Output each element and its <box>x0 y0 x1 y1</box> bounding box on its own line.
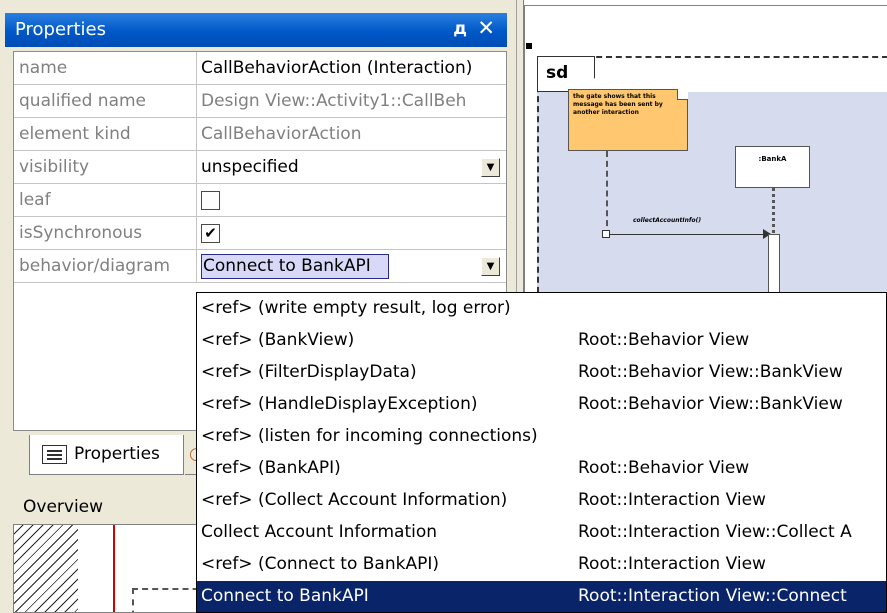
properties-title-bar[interactable]: Properties д ✕ <box>5 13 507 47</box>
lifeline-label: :BankA <box>758 155 787 163</box>
dropdown-option[interactable]: <ref> (listen for incoming connections) <box>197 421 886 453</box>
dropdown-option[interactable]: Collect Account Information Root::Intera… <box>197 517 886 549</box>
option-label: <ref> (write empty result, log error) <box>201 298 511 318</box>
selection-handle[interactable] <box>526 43 532 49</box>
property-key: name <box>14 52 197 85</box>
panel-title: Properties <box>15 19 106 40</box>
properties-list-icon <box>42 445 67 464</box>
overview-hatch <box>14 525 78 612</box>
activation-bar[interactable] <box>768 234 780 299</box>
option-path: Root::Behavior View::BankView <box>578 362 843 382</box>
close-icon[interactable]: ✕ <box>477 16 495 40</box>
option-path: Root::Interaction View <box>578 554 766 574</box>
property-row-qualified-name[interactable]: qualified name Design View::Activity1::C… <box>14 85 506 118</box>
behavior-diagram-select[interactable]: Connect to BankAPI ▼ <box>198 250 506 283</box>
property-value[interactable]: CallBehaviorAction (Interaction) <box>198 52 506 85</box>
dropdown-option[interactable]: <ref> (BankView) Root::Behavior View <box>197 325 886 357</box>
option-path: Root::Behavior View <box>578 330 750 350</box>
leaf-checkbox[interactable] <box>201 191 220 210</box>
behavior-diagram-value[interactable]: Connect to BankAPI <box>201 254 389 279</box>
property-row-element-kind[interactable]: element kind CallBehaviorAction <box>14 118 506 151</box>
option-label: <ref> (listen for incoming connections) <box>201 426 538 446</box>
dropdown-option-selected[interactable]: Connect to BankAPI Root::Interaction Vie… <box>197 581 886 612</box>
message-label: collectAccountInfo() <box>633 217 702 224</box>
dropdown-option[interactable]: <ref> (HandleDisplayException) Root::Beh… <box>197 389 886 421</box>
lifeline-head[interactable]: :BankA <box>735 146 810 188</box>
dropdown-option[interactable]: <ref> (write empty result, log error) <box>197 293 886 325</box>
property-row-leaf[interactable]: leaf <box>14 184 506 217</box>
property-key: isSynchronous <box>14 217 197 250</box>
tab-properties-label: Properties <box>74 444 160 464</box>
dropdown-option[interactable]: <ref> (Connect to BankAPI) Root::Interac… <box>197 549 886 581</box>
option-path: Root::Behavior View <box>578 458 750 478</box>
option-path: Root::Interaction View <box>578 490 766 510</box>
gate-lifeline <box>606 151 608 236</box>
option-label: <ref> (BankAPI) <box>201 458 341 478</box>
dropdown-arrow-icon[interactable]: ▼ <box>481 257 500 276</box>
visibility-select[interactable]: unspecified ▼ <box>198 151 506 184</box>
message-line[interactable] <box>609 234 769 235</box>
leaf-cell <box>198 184 506 217</box>
visibility-value: unspecified <box>201 157 299 177</box>
gate-note[interactable]: the gate shows that this message has bee… <box>568 89 688 151</box>
property-row-visibility[interactable]: visibility unspecified ▼ <box>14 151 506 184</box>
option-path: Root::Interaction View::Collect A <box>578 522 852 542</box>
option-label: <ref> (Connect to BankAPI) <box>201 554 439 574</box>
pin-icon[interactable]: д <box>453 19 467 39</box>
property-key: qualified name <box>14 85 197 118</box>
frame-label: sd <box>537 56 595 92</box>
property-key: leaf <box>14 184 197 217</box>
lifeline-dashes <box>772 188 775 233</box>
property-key: visibility <box>14 151 197 184</box>
property-value: Design View::Activity1::CallBeh <box>201 91 467 111</box>
option-label: <ref> (FilterDisplayData) <box>201 362 417 382</box>
property-value: CallBehaviorAction <box>201 124 362 144</box>
option-path: Root::Behavior View::BankView <box>578 394 843 414</box>
is-synchronous-checkbox[interactable]: ✔ <box>201 224 220 243</box>
option-label: <ref> (BankView) <box>201 330 355 350</box>
option-label: <ref> (HandleDisplayException) <box>201 394 478 414</box>
behavior-dropdown-list[interactable]: <ref> (write empty result, log error) <r… <box>196 292 887 613</box>
property-key: behavior/diagram <box>14 250 197 283</box>
tab-properties[interactable]: Properties <box>29 435 184 475</box>
dropdown-option[interactable]: <ref> (Collect Account Information) Root… <box>197 485 886 517</box>
property-row-behavior-diagram[interactable]: behavior/diagram Connect to BankAPI ▼ <box>14 250 506 283</box>
property-row-name[interactable]: name CallBehaviorAction (Interaction) <box>14 52 506 85</box>
dropdown-option[interactable]: <ref> (FilterDisplayData) Root::Behavior… <box>197 357 886 389</box>
option-label: <ref> (Collect Account Information) <box>201 490 508 510</box>
dropdown-option[interactable]: <ref> (BankAPI) Root::Behavior View <box>197 453 886 485</box>
option-label: Collect Account Information <box>201 522 438 542</box>
property-row-is-synchronous[interactable]: isSynchronous ✔ <box>14 217 506 250</box>
dropdown-arrow-icon[interactable]: ▼ <box>481 158 500 177</box>
option-label: Connect to BankAPI <box>201 586 369 606</box>
option-path: Root::Interaction View::Connect <box>578 586 847 606</box>
is-synchronous-cell: ✔ <box>198 217 506 250</box>
property-key: element kind <box>14 118 197 151</box>
